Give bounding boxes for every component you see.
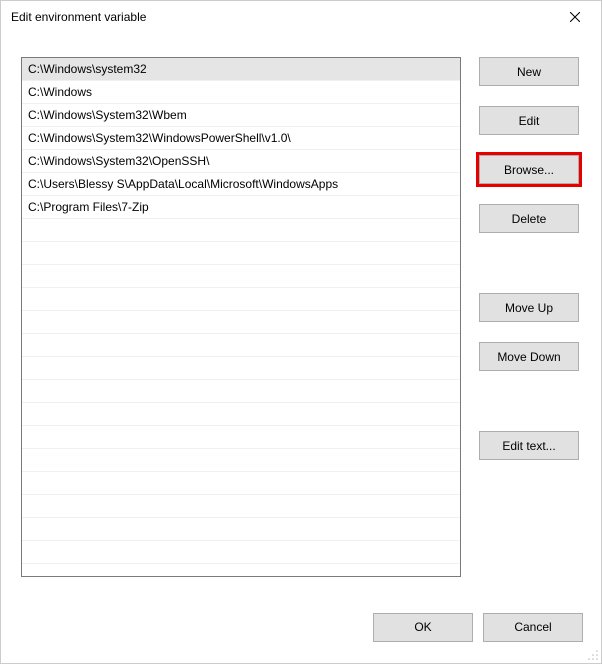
list-item[interactable] — [22, 357, 460, 380]
list-item[interactable]: C:\Windows\System32\OpenSSH\ — [22, 150, 460, 173]
list-item[interactable]: C:\Windows\System32\Wbem — [22, 104, 460, 127]
edit-text-button[interactable]: Edit text... — [479, 431, 579, 460]
list-item[interactable]: C:\Windows — [22, 81, 460, 104]
ok-button[interactable]: OK — [373, 613, 473, 642]
dialog-body: C:\Windows\system32C:\WindowsC:\Windows\… — [1, 33, 601, 603]
list-item[interactable] — [22, 288, 460, 311]
delete-button[interactable]: Delete — [479, 204, 579, 233]
close-button[interactable] — [555, 3, 595, 31]
list-item[interactable]: C:\Windows\system32 — [22, 58, 460, 81]
list-item[interactable] — [22, 541, 460, 564]
list-item[interactable] — [22, 426, 460, 449]
list-item[interactable] — [22, 403, 460, 426]
dialog-footer: OK Cancel — [1, 603, 601, 663]
list-item[interactable] — [22, 518, 460, 541]
list-item[interactable] — [22, 380, 460, 403]
dialog-title: Edit environment variable — [11, 10, 555, 24]
list-item[interactable] — [22, 219, 460, 242]
move-down-button[interactable]: Move Down — [479, 342, 579, 371]
titlebar: Edit environment variable — [1, 1, 601, 33]
move-up-button[interactable]: Move Up — [479, 293, 579, 322]
browse-button[interactable]: Browse... — [479, 155, 579, 184]
list-item[interactable] — [22, 449, 460, 472]
list-item[interactable]: C:\Program Files\7-Zip — [22, 196, 460, 219]
new-button[interactable]: New — [479, 57, 579, 86]
resize-grip-icon[interactable] — [587, 649, 599, 661]
edit-env-var-dialog: Edit environment variable C:\Windows\sys… — [0, 0, 602, 664]
list-item[interactable] — [22, 495, 460, 518]
list-item[interactable] — [22, 311, 460, 334]
list-item[interactable] — [22, 472, 460, 495]
side-button-panel: New Edit Browse... Delete Move Up Move D… — [479, 57, 579, 603]
path-listbox[interactable]: C:\Windows\system32C:\WindowsC:\Windows\… — [21, 57, 461, 577]
list-item[interactable]: C:\Windows\System32\WindowsPowerShell\v1… — [22, 127, 460, 150]
list-item[interactable]: C:\Users\Blessy S\AppData\Local\Microsof… — [22, 173, 460, 196]
list-item[interactable] — [22, 242, 460, 265]
list-item[interactable] — [22, 334, 460, 357]
close-icon — [570, 12, 580, 22]
cancel-button[interactable]: Cancel — [483, 613, 583, 642]
edit-button[interactable]: Edit — [479, 106, 579, 135]
list-item[interactable] — [22, 265, 460, 288]
